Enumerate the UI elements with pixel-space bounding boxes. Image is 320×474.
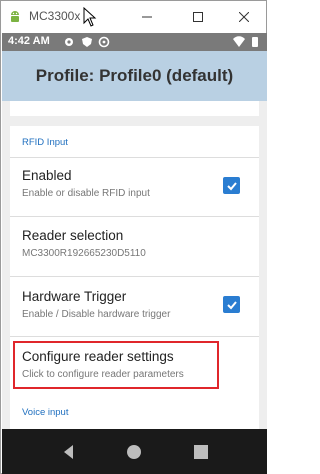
section-header-rfid: RFID Input	[22, 137, 68, 148]
window-title: MC3300x	[29, 9, 81, 23]
pref-title: Hardware Trigger	[22, 289, 127, 304]
hardware-trigger-checkbox[interactable]	[223, 296, 240, 313]
section-header-voice: Voice input	[22, 407, 69, 418]
battery-icon	[252, 37, 258, 47]
pref-summary: MC3300R192665230D5110	[22, 248, 146, 259]
app-bar: Profile: Profile0 (default)	[2, 51, 267, 101]
page-title: Profile: Profile0 (default)	[35, 66, 234, 85]
checkmark-icon	[226, 300, 237, 309]
close-button[interactable]	[223, 1, 265, 33]
android-icon	[11, 11, 19, 22]
back-icon[interactable]	[60, 443, 78, 461]
minimize-button[interactable]	[126, 1, 168, 33]
previous-item-card[interactable]: parameters	[10, 101, 259, 116]
pref-title: Enabled	[22, 168, 72, 183]
checkmark-icon	[226, 181, 237, 190]
pref-summary: Enable / Disable hardware trigger	[22, 309, 171, 320]
rfid-input-section: RFID Input Enabled Enable or disable RFI…	[10, 126, 259, 426]
maximize-icon	[193, 12, 203, 22]
status-time: 4:42 AM	[8, 35, 50, 47]
pref-title: Reader selection	[22, 228, 124, 243]
enabled-checkbox[interactable]	[223, 177, 240, 194]
pref-hardware-trigger[interactable]: Hardware Trigger Enable / Disable hardwa…	[10, 277, 259, 336]
emulator-window: MC3300x 4:42 AM Profile: Profile0 (defau…	[0, 0, 267, 474]
shield-icon	[82, 37, 92, 47]
window-titlebar[interactable]: MC3300x	[1, 1, 266, 33]
recents-icon[interactable]	[192, 443, 210, 461]
minimize-icon	[142, 16, 152, 18]
maximize-button[interactable]	[177, 1, 219, 33]
settings-list[interactable]: parameters RFID Input Enabled Enable or …	[2, 101, 267, 429]
pref-reader-selection[interactable]: Reader selection MC3300R192665230D5110	[10, 217, 259, 276]
wifi-icon	[233, 36, 245, 47]
highlight-box	[13, 341, 219, 389]
pref-summary: Enable or disable RFID input	[22, 188, 150, 199]
home-icon[interactable]	[125, 443, 143, 461]
sync-icon	[98, 36, 110, 48]
settings-gear-icon	[65, 38, 73, 46]
android-status-bar: 4:42 AM	[2, 33, 267, 51]
voice-input-section: Voice input	[10, 398, 259, 429]
android-nav-bar	[2, 429, 267, 474]
mouse-cursor-icon	[83, 7, 97, 27]
close-icon	[239, 12, 249, 22]
pref-enabled[interactable]: Enabled Enable or disable RFID input	[10, 158, 259, 216]
